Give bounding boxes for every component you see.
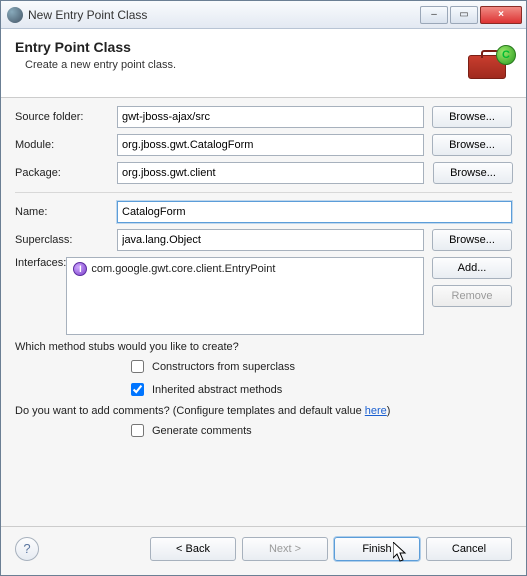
close-button[interactable]: × bbox=[480, 6, 522, 24]
constructors-checkbox[interactable] bbox=[131, 360, 144, 373]
class-badge-icon: C bbox=[496, 45, 516, 65]
wizard-content: Source folder: Browse... Module: Browse.… bbox=[1, 98, 526, 526]
name-input[interactable] bbox=[117, 201, 512, 223]
help-button[interactable]: ? bbox=[15, 537, 39, 561]
source-folder-row: Source folder: Browse... bbox=[15, 106, 512, 128]
comments-question-post: ) bbox=[387, 405, 391, 417]
module-input[interactable] bbox=[117, 134, 424, 156]
source-folder-label: Source folder: bbox=[15, 111, 117, 123]
wizard-banner: Entry Point Class Create a new entry poi… bbox=[1, 29, 526, 98]
interfaces-list[interactable]: I com.google.gwt.core.client.EntryPoint bbox=[66, 257, 424, 335]
source-folder-browse-button[interactable]: Browse... bbox=[432, 106, 512, 128]
generate-comments-checkbox[interactable] bbox=[131, 424, 144, 437]
module-label: Module: bbox=[15, 139, 117, 151]
inherited-checkbox[interactable] bbox=[131, 383, 144, 396]
interfaces-label: Interfaces: bbox=[15, 257, 66, 269]
window-buttons: – ▭ × bbox=[420, 6, 522, 24]
configure-templates-link[interactable]: here bbox=[365, 405, 387, 417]
app-icon bbox=[7, 7, 23, 23]
comments-question-pre: Do you want to add comments? (Configure … bbox=[15, 405, 365, 417]
interfaces-item-label: com.google.gwt.core.client.EntryPoint bbox=[91, 263, 275, 275]
package-row: Package: Browse... bbox=[15, 162, 512, 184]
next-button[interactable]: Next > bbox=[242, 537, 328, 561]
inherited-check-row: Inherited abstract methods bbox=[127, 380, 512, 399]
separator-1 bbox=[15, 192, 512, 193]
comments-question: Do you want to add comments? (Configure … bbox=[15, 405, 512, 417]
titlebar: New Entry Point Class – ▭ × bbox=[1, 1, 526, 29]
banner-text: Entry Point Class Create a new entry poi… bbox=[15, 39, 466, 71]
superclass-label: Superclass: bbox=[15, 234, 117, 246]
cancel-button[interactable]: Cancel bbox=[426, 537, 512, 561]
superclass-row: Superclass: Browse... bbox=[15, 229, 512, 251]
banner-description: Create a new entry point class. bbox=[25, 59, 466, 71]
generate-comments-label: Generate comments bbox=[152, 425, 252, 437]
banner-icon: C bbox=[466, 45, 514, 85]
interfaces-remove-button[interactable]: Remove bbox=[432, 285, 512, 307]
maximize-button[interactable]: ▭ bbox=[450, 6, 478, 24]
interfaces-add-button[interactable]: Add... bbox=[432, 257, 512, 279]
constructors-check-row: Constructors from superclass bbox=[127, 357, 512, 376]
superclass-browse-button[interactable]: Browse... bbox=[432, 229, 512, 251]
banner-title: Entry Point Class bbox=[15, 39, 466, 55]
back-button[interactable]: < Back bbox=[150, 537, 236, 561]
minimize-button[interactable]: – bbox=[420, 6, 448, 24]
wizard-footer: ? < Back Next > Finish Cancel bbox=[1, 526, 526, 575]
module-row: Module: Browse... bbox=[15, 134, 512, 156]
module-browse-button[interactable]: Browse... bbox=[432, 134, 512, 156]
stubs-question: Which method stubs would you like to cre… bbox=[15, 341, 512, 353]
superclass-input[interactable] bbox=[117, 229, 424, 251]
interfaces-item[interactable]: I com.google.gwt.core.client.EntryPoint bbox=[73, 262, 417, 276]
interface-icon: I bbox=[73, 262, 87, 276]
interfaces-side-buttons: Add... Remove bbox=[424, 257, 512, 313]
package-input[interactable] bbox=[117, 162, 424, 184]
finish-button[interactable]: Finish bbox=[334, 537, 420, 561]
constructors-label: Constructors from superclass bbox=[152, 361, 295, 373]
package-browse-button[interactable]: Browse... bbox=[433, 162, 513, 184]
window-title: New Entry Point Class bbox=[28, 8, 420, 22]
package-label: Package: bbox=[15, 167, 117, 179]
name-row: Name: bbox=[15, 201, 512, 223]
name-label: Name: bbox=[15, 206, 117, 218]
source-folder-input[interactable] bbox=[117, 106, 424, 128]
interfaces-row: Interfaces: I com.google.gwt.core.client… bbox=[15, 257, 512, 335]
generate-comments-row: Generate comments bbox=[127, 421, 512, 440]
inherited-label: Inherited abstract methods bbox=[152, 384, 282, 396]
dialog-window: New Entry Point Class – ▭ × Entry Point … bbox=[0, 0, 527, 576]
